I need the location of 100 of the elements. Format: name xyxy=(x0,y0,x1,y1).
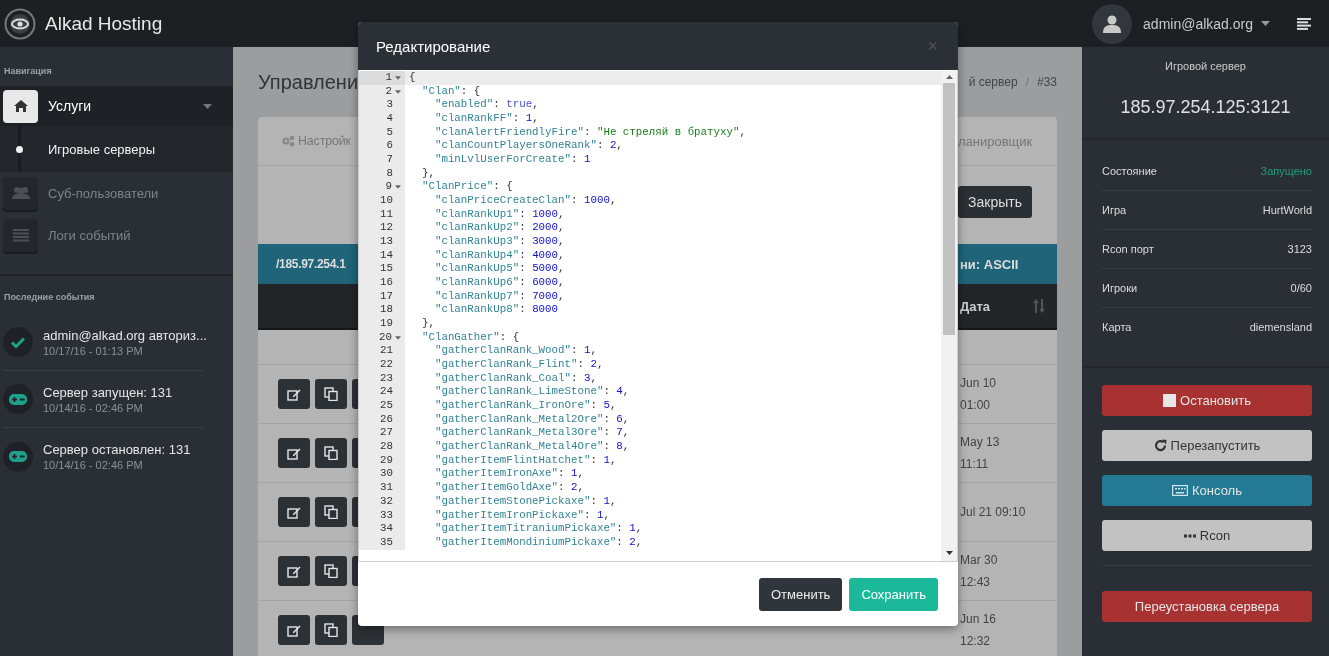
code-line[interactable]: "clanRankUp5": 5000, xyxy=(405,262,565,277)
code-line[interactable]: "gatherClanRank_IronOre": 5, xyxy=(405,399,617,413)
info-value: HurtWorld xyxy=(1262,204,1312,216)
code-line[interactable]: "ClanPrice": { xyxy=(405,180,513,195)
breadcrumb-link[interactable]: й сервер xyxy=(968,75,1018,89)
copy-button[interactable] xyxy=(315,438,347,468)
copy-button[interactable] xyxy=(315,556,347,586)
code-line[interactable]: { xyxy=(405,71,416,85)
code-line[interactable]: "clanRankUp7": 7000, xyxy=(405,289,565,304)
edit-button[interactable] xyxy=(278,379,310,409)
code-line[interactable]: "gatherClanRank_Coal": 3, xyxy=(405,371,597,386)
code-line[interactable]: "Clan": { xyxy=(405,84,481,99)
column-header[interactable]: Дата xyxy=(960,298,991,314)
stop-button[interactable]: Остановить xyxy=(1102,385,1312,416)
line-number: 11 xyxy=(380,207,393,222)
event-text[interactable]: Сервер запущен: 131 xyxy=(43,384,173,400)
gears-icon xyxy=(281,135,295,147)
code-line[interactable]: }, xyxy=(405,317,435,331)
fold-toggle-icon[interactable] xyxy=(395,75,401,80)
code-line[interactable]: "gatherClanRank_Wood": 1, xyxy=(405,344,597,359)
code-line[interactable]: "gatherClanRank_Metal3Ore": 7, xyxy=(405,426,630,441)
scroll-up-icon[interactable] xyxy=(945,75,953,79)
edit-button[interactable] xyxy=(278,556,310,586)
menu-icon[interactable] xyxy=(1297,17,1311,30)
code-line[interactable]: "gatherItemIronPickaxe": 1, xyxy=(405,508,610,523)
check-icon xyxy=(11,336,25,348)
nav-item[interactable]: Услуги xyxy=(0,86,233,126)
copy-button[interactable] xyxy=(315,379,347,409)
nav-subitem[interactable]: Игровые серверы xyxy=(0,126,233,172)
server-address: 185.97.254.125:3121 xyxy=(1082,72,1329,140)
event-text[interactable]: Сервер остановлен: 131 xyxy=(43,442,191,457)
line-number: 32 xyxy=(380,494,393,509)
copy-button[interactable] xyxy=(315,615,347,645)
code-line[interactable]: "clanRankUp3": 3000, xyxy=(405,235,565,249)
line-number: 4 xyxy=(386,112,393,126)
code-line[interactable]: "minLvlUserForCreate": 1 xyxy=(405,153,591,167)
nav-item[interactable]: Суб-пользователи xyxy=(0,172,233,214)
scrollbar[interactable] xyxy=(941,71,957,561)
user-menu[interactable]: admin@alkad.org xyxy=(1143,15,1253,32)
info-label: Карта xyxy=(1102,321,1132,333)
scroll-down-icon[interactable] xyxy=(945,551,953,555)
gamepad-icon xyxy=(9,451,27,462)
line-number: 14 xyxy=(380,248,393,263)
code-line[interactable]: "gatherClanRank_Metal4Ore": 8, xyxy=(405,440,630,454)
info-value: diemensland xyxy=(1249,321,1312,333)
code-line[interactable]: }, xyxy=(405,166,435,181)
edit-button[interactable] xyxy=(278,497,310,527)
line-number: 24 xyxy=(380,385,393,400)
line-number: 29 xyxy=(380,453,393,468)
rcon-button[interactable]: Rcon xyxy=(1102,520,1312,551)
edit-button[interactable] xyxy=(278,615,310,645)
code-line[interactable]: "clanCountPlayersOneRank": 2, xyxy=(405,139,623,154)
code-line[interactable]: "gatherItemTitraniumPickaxe": 1, xyxy=(405,522,643,536)
code-line[interactable]: "gatherClanRank_LimeStone": 4, xyxy=(405,385,630,400)
nav-item[interactable]: Логи событий xyxy=(0,214,233,256)
line-number: 21 xyxy=(380,344,393,359)
code-line[interactable]: "clanRankUp8": 8000 xyxy=(405,303,559,318)
code-line[interactable]: "gatherItemGoldAxe": 2, xyxy=(405,481,584,495)
line-number: 13 xyxy=(380,235,393,249)
caret-icon xyxy=(1261,21,1270,26)
line-number: 23 xyxy=(380,371,393,386)
code-line[interactable]: "gatherItemFlintHatchet": 1, xyxy=(405,453,617,468)
edit-button[interactable] xyxy=(278,438,310,468)
panel-title: Игровой сервер xyxy=(1164,59,1247,72)
copy-button[interactable] xyxy=(315,497,347,527)
code-line[interactable]: "clanPriceCreateClan": 1000, xyxy=(405,194,617,208)
cancel-button[interactable]: Отменить xyxy=(759,577,843,611)
reinstall-button[interactable]: Переустановка сервера xyxy=(1102,591,1312,622)
modal-title: Редактирование xyxy=(376,37,491,55)
event-text[interactable]: admin@alkad.org авториз... xyxy=(43,327,207,343)
code-line[interactable]: "clanRankUp1": 1000, xyxy=(405,207,565,222)
code-line[interactable]: "enabled": true, xyxy=(405,98,539,112)
line-number: 9 xyxy=(385,180,392,195)
code-line[interactable]: "gatherClanRank_Metal2Ore": 6, xyxy=(405,412,630,427)
code-line[interactable]: "ClanGather": { xyxy=(405,330,520,345)
users-icon xyxy=(10,186,31,200)
line-number: 10 xyxy=(380,194,393,208)
restart-button[interactable]: Перезапустить xyxy=(1102,430,1312,461)
code-line[interactable]: "gatherClanRank_Flint": 2, xyxy=(405,358,604,372)
console-button[interactable]: Консоль xyxy=(1102,475,1312,506)
line-number: 15 xyxy=(380,262,393,277)
code-line[interactable]: "clanAlertFriendlyFire": "Не стреляй в братуху", xyxy=(405,125,746,140)
breadcrumb-current: #33 xyxy=(1036,75,1057,89)
code-line[interactable]: "clanRankFF": 1, xyxy=(405,112,539,126)
code-line[interactable]: "clanRankUp4": 4000, xyxy=(405,248,565,263)
close-button[interactable]: Закрыть xyxy=(958,186,1032,218)
brand-name[interactable]: Alkad Hosting xyxy=(45,12,163,35)
fold-toggle-icon[interactable] xyxy=(395,335,401,340)
code-line[interactable]: "gatherItemIronAxe": 1, xyxy=(405,467,584,482)
home-icon xyxy=(12,99,29,113)
fold-toggle-icon[interactable] xyxy=(395,89,401,94)
line-number: 20 xyxy=(379,330,392,345)
code-line[interactable]: "clanRankUp6": 6000, xyxy=(405,276,565,290)
breadcrumb-separator: / xyxy=(1025,75,1029,89)
code-line[interactable]: "gatherItemMondiniumPickaxe": 2, xyxy=(405,535,643,550)
line-number: 26 xyxy=(380,412,393,427)
code-line[interactable]: "clanRankUp2": 2000, xyxy=(405,221,565,236)
code-line[interactable]: "gatherItemStonePickaxe": 1, xyxy=(405,494,617,509)
fold-toggle-icon[interactable] xyxy=(395,185,401,190)
section-heading: Последние события xyxy=(3,291,96,304)
